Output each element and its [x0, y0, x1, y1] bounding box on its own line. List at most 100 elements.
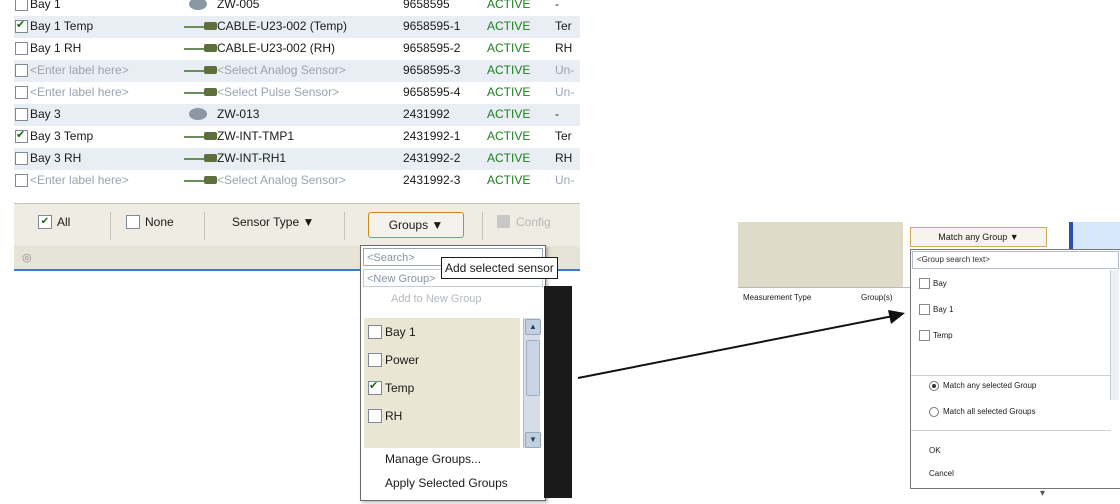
ok-button[interactable]: OK: [929, 446, 941, 455]
sensor-model-cell[interactable]: <Select Analog Sensor>: [217, 63, 346, 77]
row-checkbox[interactable]: [15, 108, 28, 121]
group-search-text-input[interactable]: <Group search text>: [912, 251, 1119, 269]
match-any-group-button[interactable]: Match any Group ▼: [910, 227, 1047, 247]
add-sensor-tooltip: Add selected sensor: [441, 257, 558, 279]
row-checkbox[interactable]: [15, 64, 28, 77]
sensor-label-cell[interactable]: Bay 3 Temp: [30, 129, 93, 143]
group-item-label: Temp: [385, 380, 415, 395]
group-filter-item[interactable]: Bay: [919, 278, 947, 289]
row-checkbox[interactable]: [15, 42, 28, 55]
row-checkbox[interactable]: [15, 86, 28, 99]
group-filter-label: Bay 1: [933, 305, 954, 314]
group-list-item[interactable]: Power: [368, 352, 419, 372]
table-row[interactable]: <Enter label here> <Select Pulse Sensor> 9…: [14, 82, 580, 104]
group-filter-popup: <Group search text> Bay Bay 1 Temp Match a…: [910, 249, 1120, 489]
sensor-label-cell[interactable]: Bay 3 RH: [30, 151, 81, 165]
group-list-item[interactable]: Bay 1: [368, 324, 416, 344]
table-row[interactable]: <Enter label here> <Select Analog Sensor>…: [14, 170, 580, 192]
sensor-model-cell[interactable]: ZW-013: [217, 107, 259, 121]
status-cell: ACTIVE: [487, 129, 531, 143]
table-row[interactable]: Bay 3 ZW-013 2431992 ACTIVE -: [14, 104, 580, 126]
measurement-type-cell: RH: [555, 151, 573, 165]
select-none-button[interactable]: None: [126, 214, 174, 236]
popup-divider: [911, 375, 1111, 376]
measurement-type-cell: Un-: [555, 85, 575, 99]
header-divider: [738, 287, 910, 288]
sensor-plug-icon: [204, 44, 217, 52]
table-row[interactable]: Bay 3 RH ZW-INT-RH1 2431992-2 ACTIVE RH: [14, 148, 580, 170]
checkbox-checked-icon: ✔: [38, 214, 52, 229]
group-filter-scrollbar[interactable]: [1110, 270, 1119, 400]
scroll-down-icon[interactable]: ▼: [525, 432, 541, 448]
sensor-plug-icon: [204, 176, 217, 184]
manage-groups-menu-item[interactable]: Manage Groups...: [385, 452, 481, 466]
serial-number-cell: 2431992-2: [403, 151, 461, 165]
configure-button[interactable]: Config: [497, 214, 551, 236]
row-checkbox[interactable]: [15, 174, 28, 187]
status-cell: ACTIVE: [487, 19, 531, 33]
match-all-radio[interactable]: Match all selected Groups: [929, 407, 1036, 417]
sensor-model-cell[interactable]: CABLE-U23-002 (RH): [217, 41, 335, 55]
match-any-radio[interactable]: Match any selected Group: [929, 381, 1036, 391]
group-checkbox[interactable]: [368, 352, 382, 367]
group-list-item[interactable]: RH: [368, 408, 402, 428]
checkbox-empty-icon: [126, 214, 140, 229]
group-filter-checkbox[interactable]: [919, 304, 930, 315]
groups-filter-button[interactable]: Groups ▼: [368, 212, 464, 238]
resize-grip-icon: ▾: [1040, 488, 1046, 499]
group-checkbox[interactable]: [368, 379, 382, 395]
row-checkbox[interactable]: [15, 152, 28, 165]
group-filter-checkbox[interactable]: [919, 330, 930, 341]
toolbar-divider: [482, 212, 483, 240]
measurement-type-cell: Un-: [555, 63, 575, 77]
radio-selected-icon: [929, 381, 939, 391]
table-row[interactable]: <Enter label here> <Select Analog Sensor>…: [14, 60, 580, 82]
table-row[interactable]: Bay 3 Temp ZW-INT-TMP1 2431992-1 ACTIVE Ter: [14, 126, 580, 148]
sensor-model-cell[interactable]: <Select Pulse Sensor>: [217, 85, 339, 99]
table-row[interactable]: Bay 1 ZW-005 9658595 ACTIVE -: [14, 0, 580, 16]
column-header-measurement-type[interactable]: Measurement Type: [743, 293, 811, 302]
group-checkbox[interactable]: [368, 408, 382, 423]
sensor-label-cell[interactable]: <Enter label here>: [30, 85, 129, 99]
group-filter-checkbox[interactable]: [919, 278, 930, 289]
add-to-new-group-button[interactable]: Add to New Group: [391, 293, 482, 305]
table-row[interactable]: Bay 1 Temp CABLE-U23-002 (Temp) 9658595-1 A…: [14, 16, 580, 38]
configure-icon: [497, 215, 510, 229]
sensor-table: Bay 1 ZW-005 9658595 ACTIVE - Bay 1 Temp CABLE…: [14, 0, 580, 203]
sensor-toolbar: ✔ All None Sensor Type ▼ Groups ▼ Config: [14, 203, 580, 246]
status-cell: ACTIVE: [487, 173, 531, 187]
sensor-model-cell[interactable]: <Select Analog Sensor>: [217, 173, 346, 187]
column-header-groups[interactable]: Group(s): [861, 293, 893, 302]
group-list-scrollbar[interactable]: ▲ ▼: [523, 318, 541, 448]
table-row[interactable]: Bay 1 RH CABLE-U23-002 (RH) 9658595-2 ACTIV…: [14, 38, 580, 60]
sensor-model-cell[interactable]: CABLE-U23-002 (Temp): [217, 19, 347, 33]
sensor-label-cell[interactable]: Bay 1 RH: [30, 41, 81, 55]
status-indicator-icon: ◎: [22, 252, 32, 264]
sensor-label-cell[interactable]: Bay 1 Temp: [30, 19, 93, 33]
cancel-button[interactable]: Cancel: [929, 469, 954, 478]
measurement-type-cell: RH: [555, 41, 573, 55]
sensor-model-cell[interactable]: ZW-INT-RH1: [217, 151, 286, 165]
group-checkbox[interactable]: [368, 324, 382, 339]
status-cell: ACTIVE: [487, 41, 531, 55]
sensor-model-cell[interactable]: ZW-INT-TMP1: [217, 129, 294, 143]
sensor-model-cell[interactable]: ZW-005: [217, 0, 259, 11]
group-filter-item[interactable]: Bay 1: [919, 304, 953, 315]
status-cell: ACTIVE: [487, 85, 531, 99]
status-cell: ACTIVE: [487, 151, 531, 165]
row-checkbox[interactable]: [15, 18, 28, 33]
apply-selected-groups-menu-item[interactable]: Apply Selected Groups: [385, 476, 508, 490]
group-list-item[interactable]: Temp: [368, 379, 415, 400]
scroll-up-icon[interactable]: ▲: [525, 319, 541, 335]
sensor-label-cell[interactable]: Bay 3: [30, 107, 61, 121]
sensor-label-cell[interactable]: Bay 1: [30, 0, 61, 11]
scroll-thumb[interactable]: [526, 340, 540, 396]
sensor-type-filter-button[interactable]: Sensor Type ▼: [232, 214, 314, 236]
group-filter-item[interactable]: Temp: [919, 330, 953, 341]
sensor-label-cell[interactable]: <Enter label here>: [30, 173, 129, 187]
sensor-label-cell[interactable]: <Enter label here>: [30, 63, 129, 77]
select-all-button[interactable]: ✔ All: [38, 214, 70, 236]
row-checkbox[interactable]: [15, 128, 28, 143]
row-checkbox[interactable]: [15, 0, 28, 11]
callout-arrowhead-icon: [888, 310, 905, 324]
